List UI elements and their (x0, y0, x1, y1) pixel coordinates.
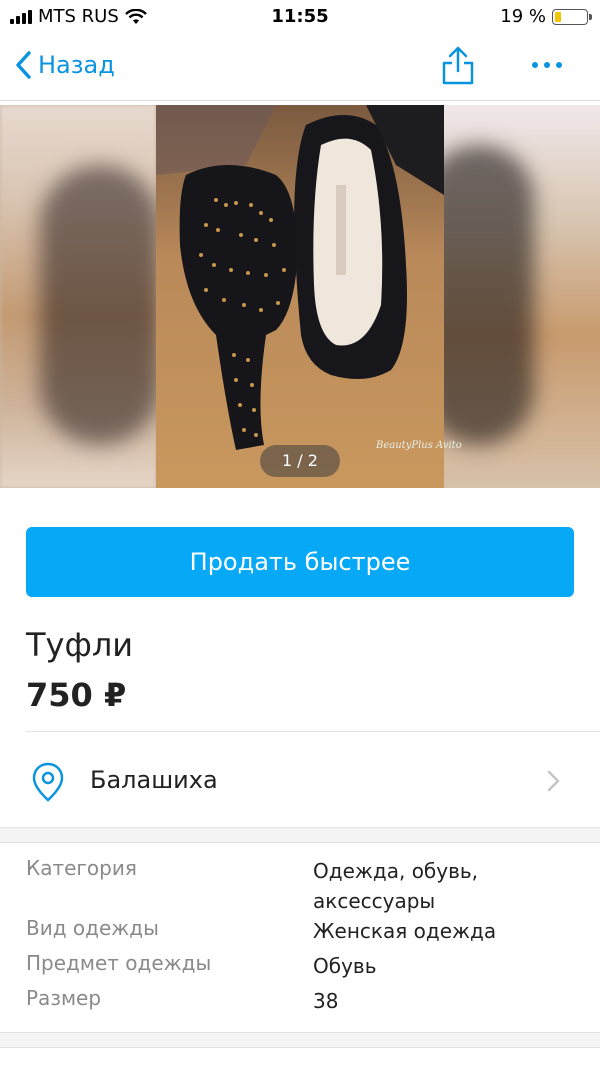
more-dots-icon[interactable] (532, 62, 562, 68)
navigation-bar: Назад (0, 34, 600, 101)
photo-blur-left (0, 105, 156, 488)
sell-faster-button[interactable]: Продать быстрее (26, 527, 574, 597)
param-value: Обувь (313, 954, 377, 978)
listing-title: Туфли (26, 626, 134, 664)
chevron-left-icon (16, 51, 31, 79)
location-city: Балашиха (90, 766, 218, 794)
watermark-logo: BeautyPlus Avito (376, 440, 462, 451)
location-row[interactable]: Балашиха (0, 732, 600, 827)
param-key: Предмет одежды (26, 951, 212, 975)
battery-fill (555, 11, 562, 22)
photo-counter: 1 / 2 (260, 445, 340, 477)
photo-blur-right (444, 105, 600, 488)
param-value: Женская одежда (313, 919, 497, 943)
back-button[interactable]: Назад (14, 50, 115, 80)
param-key: Категория (26, 856, 137, 880)
back-label: Назад (38, 51, 115, 79)
param-row-clothing-item: Предмет одежды Обувь (0, 951, 600, 986)
param-key: Размер (26, 986, 102, 1010)
share-icon[interactable] (440, 46, 476, 86)
param-value: 38 (313, 989, 339, 1013)
section-separator (0, 1032, 600, 1048)
status-bar: MTS RUS 11:55 19 % (0, 0, 600, 34)
param-row-category: Категория Одежда, обувь, аксессуары (0, 856, 600, 916)
param-row-size: Размер 38 (0, 986, 600, 1021)
params-list: Категория Одежда, обувь, аксессуары Вид … (0, 856, 600, 1021)
location-pin-icon (32, 762, 64, 802)
shoes-image (156, 105, 444, 488)
listing-price: 750 ₽ (26, 676, 127, 714)
param-row-clothing-type: Вид одежды Женская одежда (0, 916, 600, 951)
param-value: Одежда, обувь, аксессуары (313, 859, 479, 913)
battery-icon (552, 8, 592, 25)
section-separator (0, 827, 600, 843)
battery-info: 19 % (500, 6, 592, 27)
chevron-right-icon (547, 770, 560, 792)
battery-percent: 19 % (500, 6, 546, 27)
photo-gallery[interactable]: 1 / 2 (0, 105, 600, 488)
listing-photo[interactable] (156, 105, 444, 488)
param-key: Вид одежды (26, 916, 159, 940)
